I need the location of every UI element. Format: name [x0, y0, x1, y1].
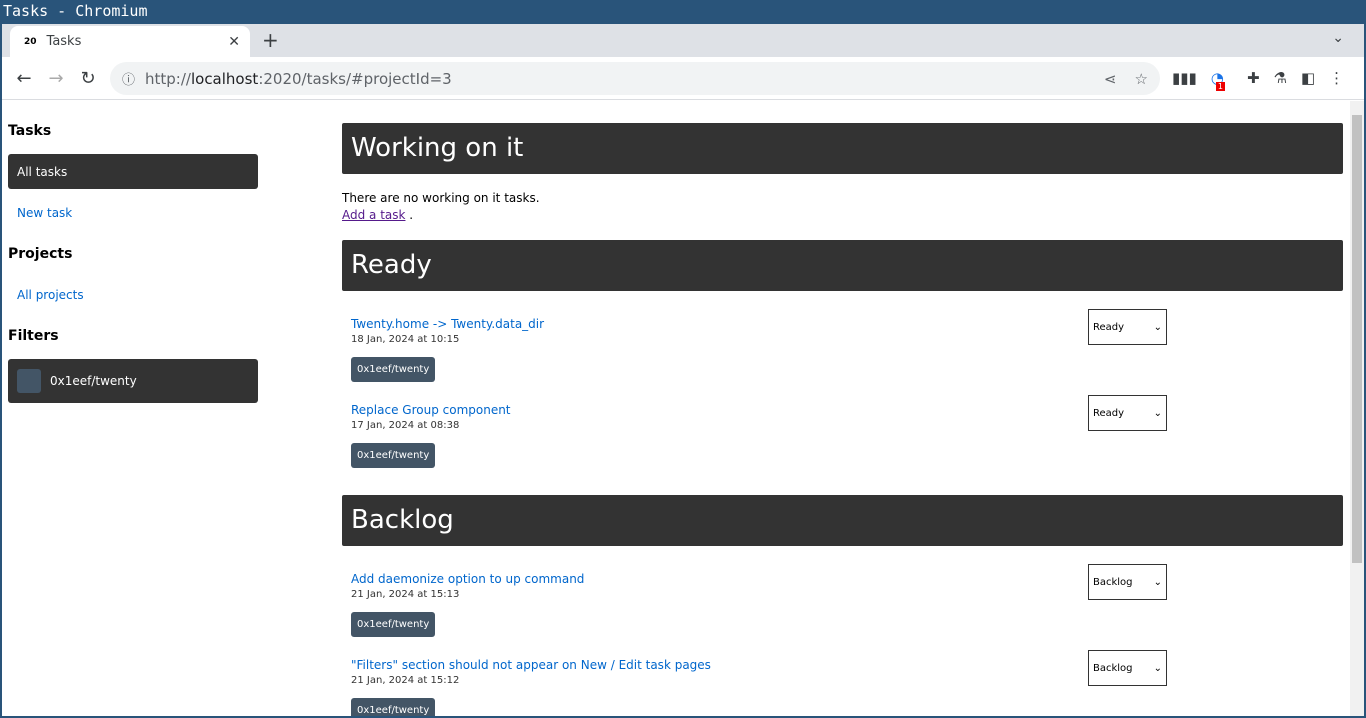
task-title-link[interactable]: Replace Group component	[351, 403, 1181, 417]
filter-project[interactable]: 0x1eef/twenty	[8, 359, 258, 403]
task-item: Replace Group component 17 Jan, 2024 at …	[351, 395, 1181, 483]
extension-gauge-icon[interactable]: ◔1	[1211, 69, 1233, 91]
status-value: Backlog	[1093, 576, 1133, 588]
chevron-down-icon[interactable]: ⌄	[1332, 30, 1344, 46]
share-icon[interactable]: ⋖	[1104, 70, 1117, 88]
task-date: 17 Jan, 2024 at 08:38	[351, 420, 460, 431]
status-select[interactable]: Ready ⌄	[1088, 309, 1167, 345]
scrollbar-thumb[interactable]	[1352, 115, 1362, 563]
chevron-down-icon: ⌄	[1153, 321, 1162, 333]
task-item: "Filters" section should not appear on N…	[351, 650, 1181, 716]
project-tag[interactable]: 0x1eef/twenty	[351, 443, 436, 468]
section-heading: Working on it	[342, 123, 1343, 174]
task-title-link[interactable]: Add daemonize option to up command	[351, 572, 1181, 586]
browser-window: 20 Tasks ✕ + ⌄ ← → ↻ ⓘ http://localhost:…	[2, 24, 1364, 716]
project-tag[interactable]: 0x1eef/twenty	[351, 698, 436, 716]
project-color-swatch	[17, 369, 41, 393]
tab-title: Tasks	[46, 34, 82, 49]
task-date: 21 Jan, 2024 at 15:12	[351, 675, 460, 686]
puzzle-icon[interactable]: ✚	[1247, 69, 1260, 87]
filters-heading: Filters	[8, 328, 59, 344]
task-title-link[interactable]: "Filters" section should not appear on N…	[351, 658, 1181, 672]
star-icon[interactable]: ☆	[1135, 70, 1148, 88]
new-task-link[interactable]: New task	[17, 206, 72, 220]
new-tab-icon[interactable]: +	[262, 28, 279, 52]
page-content: Tasks All tasks New task Projects All pr…	[2, 101, 1350, 716]
task-item: Twenty.home -> Twenty.data_dir 18 Jan, 2…	[351, 309, 1181, 397]
window-title: Tasks - Chromium	[3, 2, 148, 20]
task-title-link[interactable]: Twenty.home -> Twenty.data_dir	[351, 317, 1181, 331]
status-value: Ready	[1093, 321, 1125, 333]
favicon: 20	[24, 36, 37, 47]
toolbar: ← → ↻ ⓘ http://localhost:2020/tasks/#pro…	[2, 57, 1364, 100]
project-tag[interactable]: 0x1eef/twenty	[351, 357, 436, 382]
empty-message: There are no working on it tasks.	[342, 191, 540, 205]
close-tab-icon[interactable]: ✕	[228, 34, 240, 50]
side-panel-icon[interactable]: ◧	[1301, 69, 1315, 87]
projects-heading: Projects	[8, 246, 73, 262]
url-prefix: http://	[145, 69, 191, 88]
reload-icon[interactable]: ↻	[72, 68, 104, 89]
task-item: Add daemonize option to up command 21 Ja…	[351, 564, 1181, 652]
all-projects-link[interactable]: All projects	[17, 288, 84, 302]
status-value: Backlog	[1093, 662, 1133, 674]
status-select[interactable]: Backlog ⌄	[1088, 564, 1167, 600]
tab-tasks[interactable]: 20 Tasks ✕	[10, 26, 250, 57]
url-host: localhost	[190, 69, 259, 88]
scrollbar[interactable]	[1350, 101, 1364, 716]
project-tag[interactable]: 0x1eef/twenty	[351, 612, 436, 637]
task-date: 18 Jan, 2024 at 10:15	[351, 334, 460, 345]
section-heading: Backlog	[342, 495, 1343, 546]
info-icon[interactable]: ⓘ	[122, 69, 135, 88]
filter-label: 0x1eef/twenty	[50, 374, 137, 388]
tasks-heading: Tasks	[8, 123, 52, 139]
extension-badge: 1	[1215, 82, 1225, 91]
all-tasks-button[interactable]: All tasks	[8, 154, 258, 189]
status-select[interactable]: Backlog ⌄	[1088, 650, 1167, 686]
url-rest: :2020/tasks/#projectId=3	[258, 69, 452, 88]
section-heading: Ready	[342, 240, 1343, 291]
chevron-down-icon: ⌄	[1153, 407, 1162, 419]
forward-icon[interactable]: →	[40, 68, 72, 89]
menu-icon[interactable]: ⋮	[1329, 69, 1344, 87]
chevron-down-icon: ⌄	[1153, 576, 1162, 588]
tab-strip: 20 Tasks ✕ + ⌄	[2, 24, 1364, 57]
chevron-down-icon: ⌄	[1153, 662, 1162, 674]
extension-bars-icon[interactable]: ▮▮▮	[1172, 69, 1197, 87]
flask-icon[interactable]: ⚗	[1274, 69, 1287, 87]
status-select[interactable]: Ready ⌄	[1088, 395, 1167, 431]
add-suffix: .	[405, 208, 414, 222]
task-date: 21 Jan, 2024 at 15:13	[351, 589, 460, 600]
address-bar[interactable]: ⓘ http://localhost:2020/tasks/#projectId…	[110, 62, 1160, 95]
status-value: Ready	[1093, 407, 1125, 419]
add-task-link[interactable]: Add a task	[342, 208, 405, 222]
back-icon[interactable]: ←	[8, 68, 40, 89]
